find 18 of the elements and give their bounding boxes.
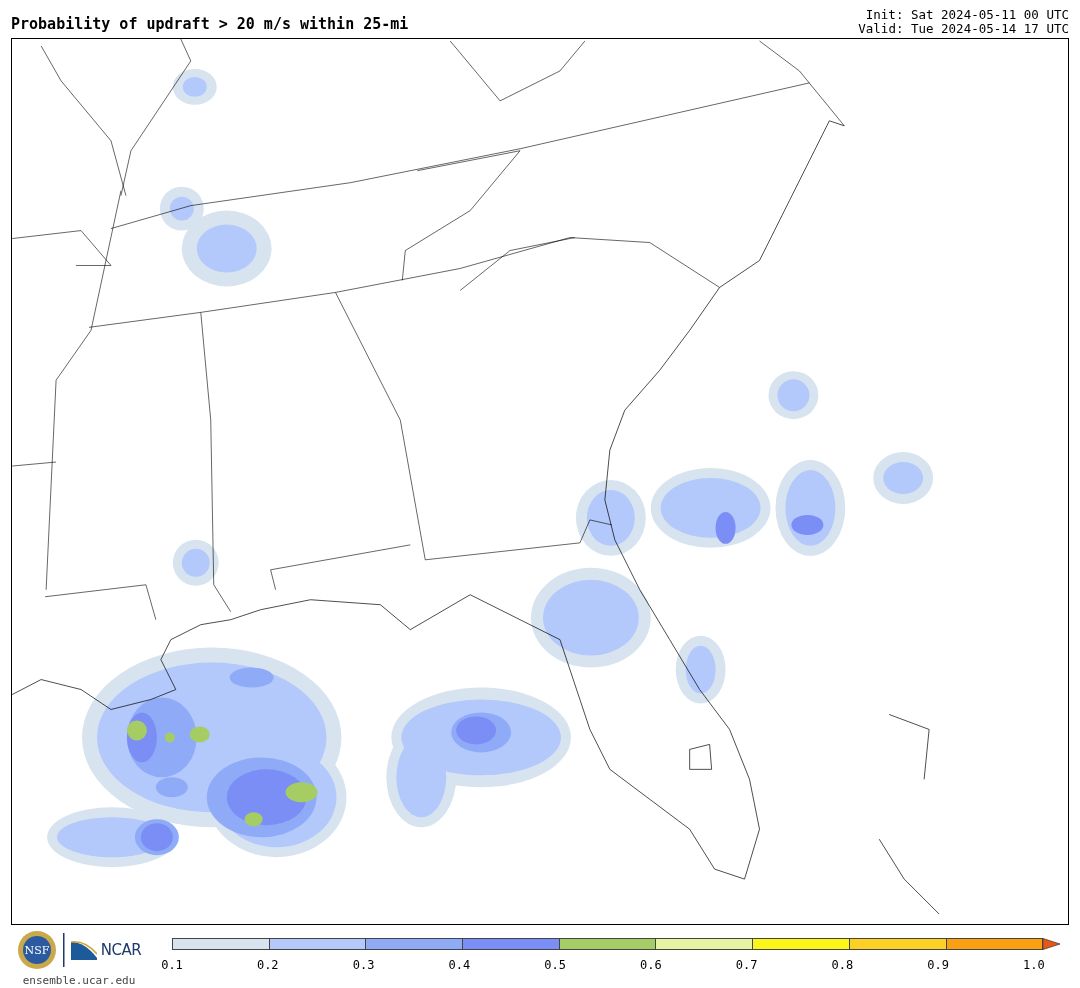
website-label: ensemble.ucar.edu [22, 974, 136, 987]
init-time: Init: Sat 2024-05-11 00 UTC [865, 8, 1069, 22]
colorbar-tick-label: 0.4 [447, 958, 472, 972]
nsf-logo: NSF [16, 930, 57, 970]
colorbar-tick-label: 0.6 [639, 958, 663, 972]
ncar-logo-icon [70, 940, 97, 960]
colorbar-tick-label: 0.9 [926, 958, 950, 972]
colorbar-tick-label: 0.1 [160, 958, 184, 972]
ncar-logo-text: NCAR [100, 941, 142, 959]
chart-title: Probability of updraft > 20 m/s within 25-mi [11, 15, 409, 35]
colorbar-tick-label: 0.3 [351, 958, 376, 972]
colorbar-tick-label: 0.7 [734, 958, 759, 972]
colorbar-tick-label: 0.8 [830, 958, 855, 972]
colorbar-tick-label: 0.5 [543, 958, 567, 972]
colorbar-tick-label: 1.0 [1022, 958, 1046, 972]
colorbar-tick-label: 0.2 [255, 958, 280, 972]
valid-time: Valid: Tue 2024-05-14 17 UTC [858, 22, 1069, 36]
logo-divider [62, 933, 65, 967]
